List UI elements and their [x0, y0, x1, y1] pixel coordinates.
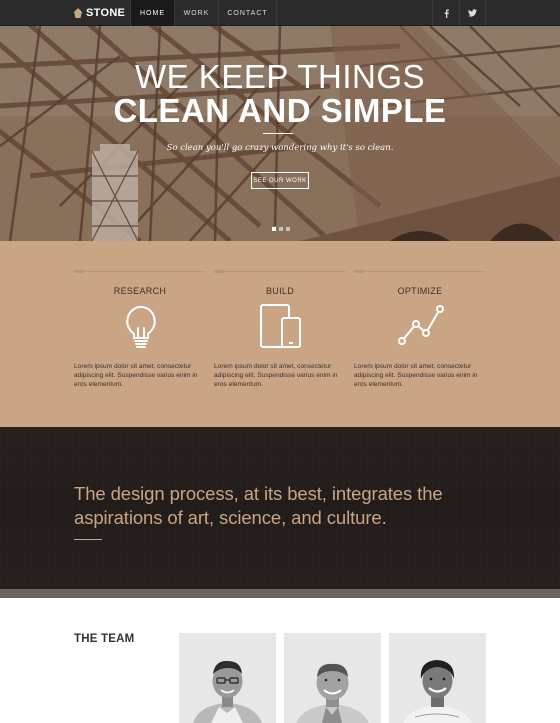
feature-title: OPTIMIZE	[397, 286, 443, 296]
twitter-icon[interactable]	[459, 0, 486, 26]
logo[interactable]: STONE	[74, 0, 125, 26]
stone-logo-icon	[74, 8, 82, 18]
feature-optimize: OPTIMIZE Lorem ipsum dolor sit amet, con…	[354, 241, 486, 427]
hero-divider	[263, 133, 293, 134]
hero-subtitle: So clean you'll go crazy wondering why i…	[166, 143, 394, 153]
features-section: RESEARCH Lorem ipsum dolor sit amet, con…	[0, 241, 560, 427]
feature-divider	[214, 270, 346, 273]
lightbulb-icon	[126, 305, 156, 348]
section-divider-strip	[0, 589, 560, 598]
hero-title-line1: WE KEEP THINGS	[134, 58, 425, 95]
main-menu: HOME WORK CONTACT	[130, 0, 277, 26]
feature-text: Lorem ipsum dolor sit amet, consectetur …	[354, 363, 478, 388]
logo-text: STONE	[86, 7, 126, 19]
feature-research: RESEARCH Lorem ipsum dolor sit amet, con…	[74, 241, 206, 427]
team-member-photo	[296, 663, 369, 723]
design-quote: The design process, at its best, integra…	[74, 483, 443, 528]
feature-divider	[74, 270, 206, 273]
quote-divider	[74, 539, 102, 540]
team-member-card[interactable]	[179, 633, 276, 723]
team-heading: THE TEAM	[74, 633, 135, 645]
feature-text: Lorem ipsum dolor sit amet, consectetur …	[214, 363, 338, 388]
feature-title: RESEARCH	[113, 286, 167, 296]
nav-contact[interactable]: CONTACT	[218, 0, 277, 26]
team-member-photo	[193, 660, 262, 723]
see-our-work-button[interactable]: SEE OUR WORK	[251, 172, 309, 189]
team-section: THE TEAM	[0, 598, 560, 723]
slider-dot[interactable]	[286, 227, 290, 231]
nav-home[interactable]: HOME	[130, 0, 175, 26]
team-member-card[interactable]	[389, 633, 486, 723]
top-navbar: STONE HOME WORK CONTACT	[0, 0, 560, 26]
quote-section: The design process, at its best, integra…	[0, 427, 560, 589]
feature-text: Lorem ipsum dolor sit amet, consectetur …	[74, 363, 198, 388]
facebook-icon[interactable]	[432, 0, 459, 26]
feature-build: BUILD Lorem ipsum dolor sit amet, consec…	[214, 241, 346, 427]
nav-work[interactable]: WORK	[174, 0, 219, 26]
team-member-card[interactable]	[284, 633, 381, 723]
team-member-photo	[403, 660, 472, 723]
social-links	[432, 0, 486, 26]
devices-icon	[260, 304, 301, 348]
slider-dots	[272, 227, 290, 231]
line-graph-icon	[398, 305, 444, 345]
slider-dot[interactable]	[272, 227, 276, 231]
hero-title-line2: CLEAN AND SIMPLE	[113, 92, 447, 129]
hero-section: WE KEEP THINGS CLEAN AND SIMPLE So clean…	[0, 26, 560, 241]
slider-dot[interactable]	[279, 227, 283, 231]
feature-title: BUILD	[265, 286, 294, 296]
feature-divider	[354, 270, 486, 273]
